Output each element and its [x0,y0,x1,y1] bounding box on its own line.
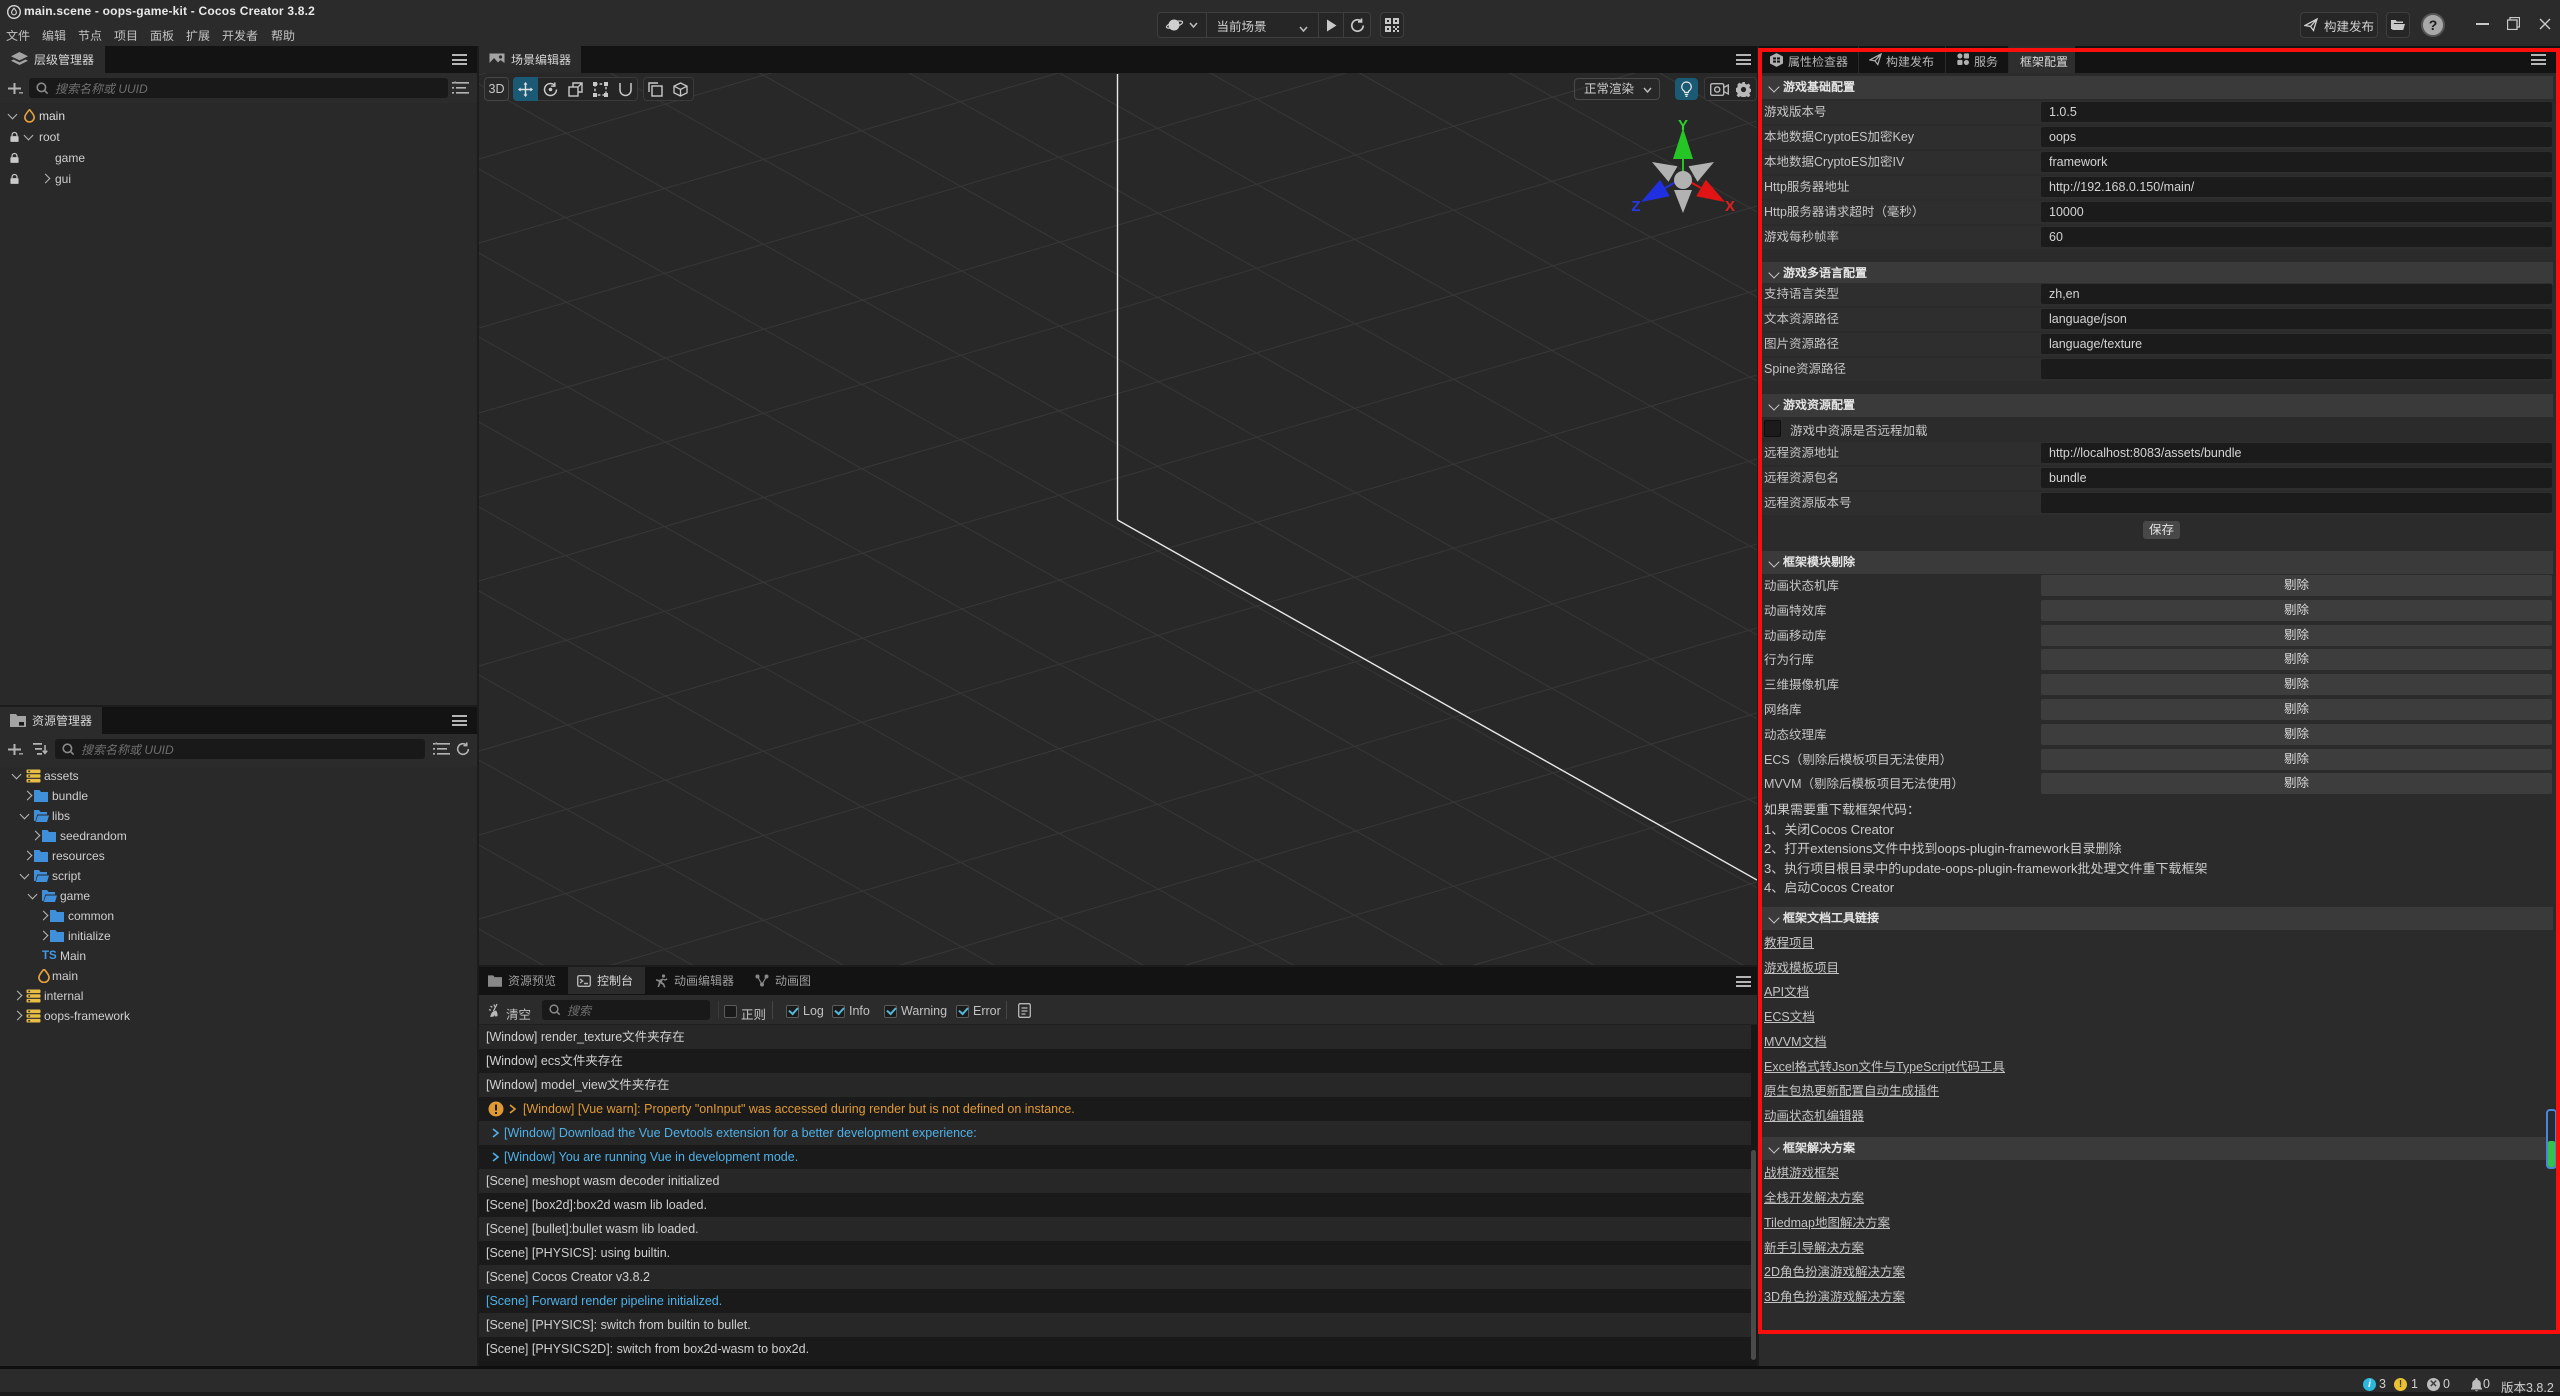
svg-text:X: X [1725,198,1735,215]
svg-text:Z: Z [1631,198,1640,215]
svg-text:Y: Y [1678,117,1688,134]
